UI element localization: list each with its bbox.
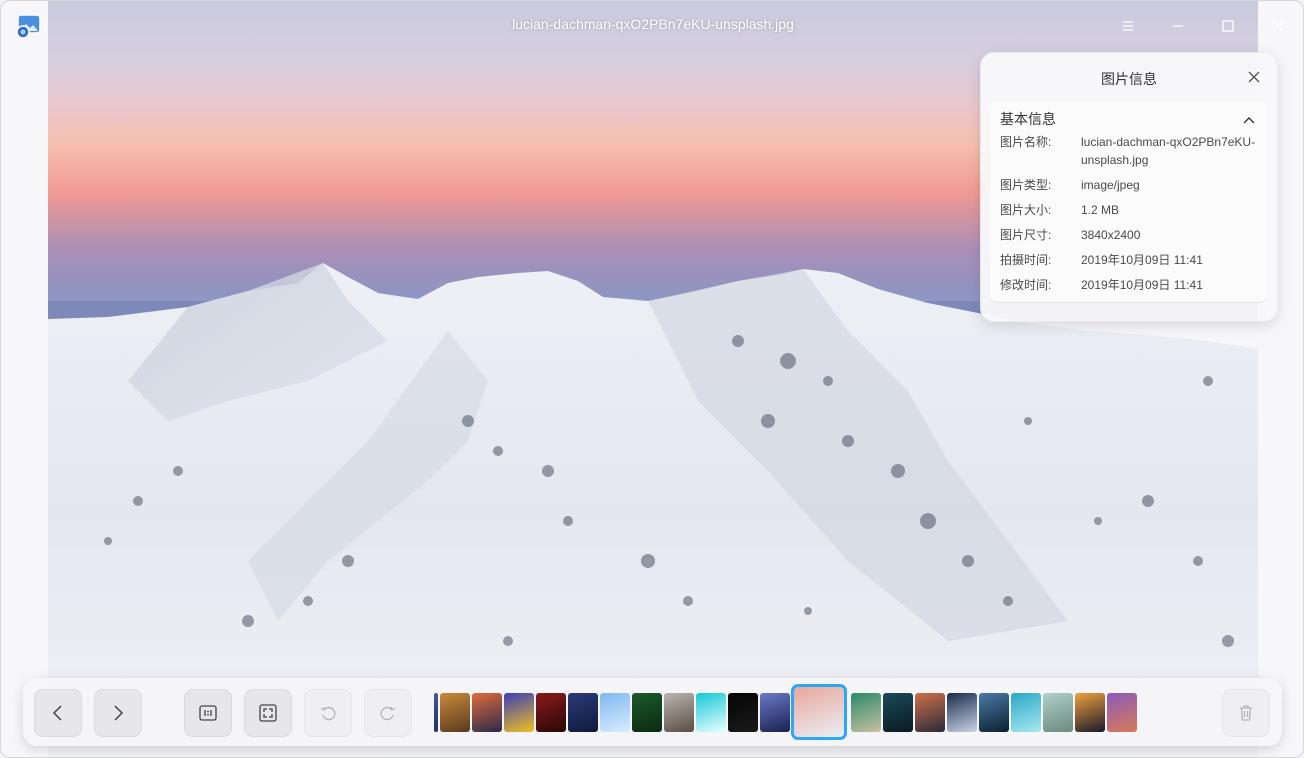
info-row-name: 图片名称: lucian-dachman-qxO2PBn7eKU-unsplas…: [1000, 133, 1260, 169]
thumbnail[interactable]: [696, 693, 726, 732]
original-size-icon: [199, 705, 217, 721]
thumbnail-active[interactable]: [791, 684, 847, 740]
delete-button[interactable]: [1222, 689, 1270, 737]
thumbnail[interactable]: [664, 693, 694, 732]
image-viewer-window: lucian-dachman-qxO2PBn7eKU-unsplash.jpg …: [0, 0, 1304, 758]
thumbnail[interactable]: [1011, 693, 1041, 732]
rotate-left-button[interactable]: [304, 689, 352, 737]
info-key: 拍摄时间:: [1000, 253, 1052, 267]
info-panel-title: 图片信息: [1101, 71, 1157, 87]
next-button[interactable]: [94, 689, 142, 737]
thumbnail[interactable]: [851, 693, 881, 732]
chevron-right-icon: [114, 705, 124, 721]
trash-icon: [1240, 705, 1252, 721]
close-icon: [1272, 20, 1284, 32]
info-value: image/jpeg: [1081, 178, 1140, 192]
thumbnail[interactable]: [1043, 693, 1073, 732]
maximize-icon: [1222, 20, 1234, 32]
rotate-right-icon: [380, 706, 396, 721]
thumbnail[interactable]: [472, 693, 502, 732]
fit-window-button[interactable]: [244, 689, 292, 737]
thumbnail[interactable]: [1075, 693, 1105, 732]
thumbnail[interactable]: [947, 693, 977, 732]
chevron-left-icon: [52, 705, 62, 721]
maximize-button[interactable]: [1215, 13, 1241, 39]
thumbnail[interactable]: [883, 693, 913, 732]
thumbnail[interactable]: [979, 693, 1009, 732]
thumbnail[interactable]: [434, 693, 438, 732]
titlebar: lucian-dachman-qxO2PBn7eKU-unsplash.jpg: [1, 1, 1303, 51]
thumbnail[interactable]: [728, 693, 758, 732]
menu-icon: [1123, 21, 1133, 31]
info-value: 2019年10月09日 11:41: [1081, 253, 1203, 267]
basic-info-section: 基本信息 图片名称: lucian-dachman-qxO2PBn7eKU-un…: [990, 101, 1267, 303]
original-size-button[interactable]: [184, 689, 232, 737]
close-icon: [1248, 71, 1260, 83]
info-key: 修改时间:: [1000, 278, 1052, 292]
window-title: lucian-dachman-qxO2PBn7eKU-unsplash.jpg: [512, 16, 794, 32]
info-value: 3840x2400: [1081, 228, 1141, 242]
info-value: 1.2 MB: [1081, 203, 1120, 217]
thumbnail[interactable]: [760, 693, 790, 732]
close-button[interactable]: [1265, 13, 1291, 39]
section-title: 基本信息: [1000, 111, 1056, 127]
thumbnail[interactable]: [1107, 693, 1137, 732]
info-key: 图片大小:: [1000, 203, 1052, 217]
rotate-left-icon: [320, 706, 336, 721]
thumbnail[interactable]: [600, 693, 630, 732]
info-value: 2019年10月09日 11:41: [1081, 278, 1203, 292]
rotate-right-button[interactable]: [364, 689, 412, 737]
minimize-icon: [1173, 25, 1183, 27]
menu-button[interactable]: [1115, 13, 1141, 39]
collapse-section-button[interactable]: [1243, 111, 1255, 124]
info-panel-close-button[interactable]: [1247, 69, 1261, 83]
info-value: lucian-dachman-qxO2PBn7eKU-unsplash.jpg: [1081, 135, 1256, 167]
chevron-up-icon: [1243, 117, 1255, 124]
thumbnail[interactable]: [568, 693, 598, 732]
thumbnail[interactable]: [504, 693, 534, 732]
image-info-panel: 图片信息 基本信息 图片名称: lucian-dachman-qxO2PBn7e…: [980, 52, 1278, 322]
info-key: 图片名称:: [1000, 135, 1052, 149]
minimize-button[interactable]: [1165, 13, 1191, 39]
fit-window-icon: [259, 704, 277, 722]
info-key: 图片尺寸:: [1000, 228, 1052, 242]
info-key: 图片类型:: [1000, 178, 1052, 192]
thumbnail[interactable]: [632, 693, 662, 732]
bottom-toolbar: [23, 678, 1282, 746]
thumbnail[interactable]: [536, 693, 566, 732]
previous-button[interactable]: [34, 689, 82, 737]
thumbnail[interactable]: [440, 693, 470, 732]
thumbnail[interactable]: [915, 693, 945, 732]
